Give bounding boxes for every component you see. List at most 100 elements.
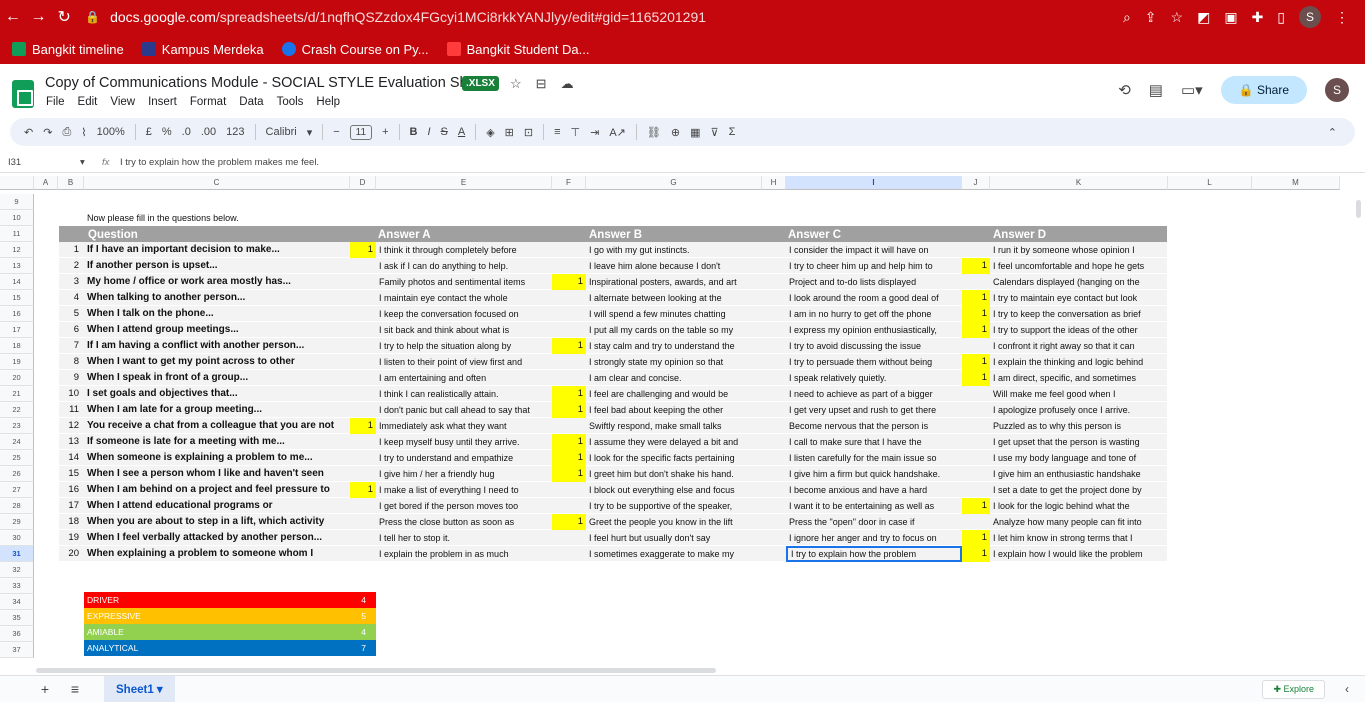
row-header-14[interactable]: 14 (0, 274, 34, 290)
decrease-font-size-button[interactable]: − (333, 126, 339, 138)
answer-a-cell[interactable]: I ask if I can do anything to help. (376, 258, 552, 274)
row-header-17[interactable]: 17 (0, 322, 34, 338)
collapse-toolbar-icon[interactable]: ⌃ (1328, 126, 1337, 139)
document-title[interactable]: Copy of Communications Module - SOCIAL S… (45, 75, 488, 91)
name-box[interactable]: I31 (0, 157, 80, 168)
answer-b-cell[interactable]: I look for the specific facts pertaining (586, 450, 762, 466)
vertical-scrollbar[interactable] (1356, 200, 1361, 218)
increase-font-size-button[interactable]: + (382, 126, 388, 138)
answer-c-cell[interactable]: I consider the impact it will have on (786, 242, 962, 258)
column-header-a[interactable]: A (34, 176, 58, 190)
answer-c-cell[interactable]: I try to persuade them without being (786, 354, 962, 370)
answer-b-cell[interactable]: Greet the people you know in the lift (586, 514, 762, 530)
answer-mark-d[interactable]: 1 (962, 258, 990, 274)
horizontal-align-icon[interactable]: ≡ (554, 126, 560, 138)
menu-insert[interactable]: Insert (148, 96, 177, 108)
bookmark-item[interactable]: Kampus Merdeka (141, 42, 264, 57)
answer-c-cell[interactable]: I become anxious and have a hard (786, 482, 962, 498)
answer-a-cell[interactable]: I make a list of everything I need to (376, 482, 552, 498)
answer-b-cell[interactable]: I strongly state my opinion so that (586, 354, 762, 370)
bookmark-item[interactable]: Bangkit timeline (12, 42, 124, 57)
functions-icon[interactable]: Σ (729, 126, 736, 138)
answer-mark-d[interactable]: 1 (962, 370, 990, 386)
answer-mark-d[interactable]: 1 (962, 498, 990, 514)
column-header-g[interactable]: G (586, 176, 762, 190)
answer-c-cell[interactable]: I look around the room a good deal of (786, 290, 962, 306)
answer-a-cell[interactable]: I try to help the situation along by (376, 338, 552, 354)
column-header-i[interactable]: I (786, 176, 962, 190)
formula-input[interactable]: I try to explain how the problem makes m… (120, 157, 319, 168)
answer-a-cell[interactable]: I don't panic but call ahead to say that (376, 402, 552, 418)
answer-d-cell[interactable]: I explain the thinking and logic behind (990, 354, 1168, 370)
share-page-icon[interactable]: ⇪ (1145, 9, 1157, 26)
answer-c-cell[interactable]: I need to achieve as part of a bigger (786, 386, 962, 402)
menu-edit[interactable]: Edit (78, 96, 98, 108)
translate-icon[interactable]: ◩ (1197, 9, 1210, 26)
redo-icon[interactable]: ↷ (43, 126, 52, 139)
answer-d-cell[interactable]: I am direct, specific, and sometimes (990, 370, 1168, 386)
answer-b-cell[interactable]: I assume they were delayed a bit and (586, 434, 762, 450)
row-header-18[interactable]: 18 (0, 338, 34, 354)
column-header-m[interactable]: M (1252, 176, 1340, 190)
row-header-19[interactable]: 19 (0, 354, 34, 370)
row-header-13[interactable]: 13 (0, 258, 34, 274)
undo-icon[interactable]: ↶ (24, 126, 33, 139)
answer-a-cell[interactable]: I get bored if the person moves too (376, 498, 552, 514)
horizontal-scrollbar[interactable] (36, 668, 716, 673)
extension-c-icon[interactable]: ▣ (1224, 9, 1237, 26)
text-color-button[interactable]: A (458, 126, 465, 138)
answer-mark-a[interactable]: 1 (350, 418, 376, 434)
answer-mark-d[interactable]: 1 (962, 546, 990, 562)
answer-a-cell[interactable]: I maintain eye contact the whole (376, 290, 552, 306)
menu-file[interactable]: File (46, 96, 65, 108)
side-panel-icon[interactable]: ▯ (1277, 9, 1285, 26)
row-header-29[interactable]: 29 (0, 514, 34, 530)
text-rotation-icon[interactable]: A↗ (609, 126, 626, 139)
insert-comment-icon[interactable]: ⊕ (671, 126, 680, 139)
filter-icon[interactable]: ⊽ (711, 126, 719, 139)
answer-a-cell[interactable]: I sit back and think about what is (376, 322, 552, 338)
italic-button[interactable]: I (427, 126, 430, 138)
row-header-26[interactable]: 26 (0, 466, 34, 482)
row-header-10[interactable]: 10 (0, 210, 34, 226)
chevron-down-icon[interactable]: ▾ (80, 157, 102, 168)
bookmark-item[interactable]: Crash Course on Py... (281, 42, 429, 57)
answer-b-cell[interactable]: I feel hurt but usually don't say (586, 530, 762, 546)
answer-mark-d[interactable]: 1 (962, 354, 990, 370)
collapse-side-panel-icon[interactable]: ‹ (1345, 682, 1349, 696)
browser-menu-icon[interactable]: ⋮ (1335, 9, 1349, 26)
answer-mark-b[interactable]: 1 (552, 514, 586, 530)
row-header-25[interactable]: 25 (0, 450, 34, 466)
answer-c-cell[interactable]: I try to avoid discussing the issue (786, 338, 962, 354)
percent-format-button[interactable]: % (162, 126, 172, 138)
answer-c-cell[interactable]: Project and to-do lists displayed (786, 274, 962, 290)
menu-format[interactable]: Format (190, 96, 226, 108)
answer-d-cell[interactable]: I try to maintain eye contact but look (990, 290, 1168, 306)
answer-a-cell[interactable]: I think it through completely before (376, 242, 552, 258)
answer-mark-b[interactable]: 1 (552, 386, 586, 402)
answer-mark-d[interactable]: 1 (962, 530, 990, 546)
address-bar[interactable]: 🔒 docs.google.com /spreadsheets/d/1nqfhQ… (85, 4, 1123, 30)
row-header-31[interactable]: 31 (0, 546, 34, 562)
answer-c-cell[interactable]: I get very upset and rush to get there (786, 402, 962, 418)
text-wrap-icon[interactable]: ⇥ (590, 126, 599, 139)
column-header-d[interactable]: D (350, 176, 376, 190)
answer-b-cell[interactable]: Swiftly respond, make small talks (586, 418, 762, 434)
zoom-select[interactable]: 100% (97, 126, 125, 138)
row-header-33[interactable]: 33 (0, 578, 34, 594)
answer-mark-d[interactable]: 1 (962, 290, 990, 306)
zoom-icon[interactable]: ⌕ (1123, 9, 1131, 26)
answer-b-cell[interactable]: I feel are challenging and would be (586, 386, 762, 402)
explore-button[interactable]: ✚ Explore (1262, 680, 1325, 699)
answer-c-cell[interactable]: Press the "open" door in case if (786, 514, 962, 530)
menu-help[interactable]: Help (316, 96, 340, 108)
row-header-32[interactable]: 32 (0, 562, 34, 578)
answer-b-cell[interactable]: I leave him alone because I don't (586, 258, 762, 274)
answer-c-cell[interactable]: I give him a firm but quick handshake. (786, 466, 962, 482)
column-header-e[interactable]: E (376, 176, 552, 190)
print-icon[interactable]: ⎙ (62, 126, 71, 139)
row-header-28[interactable]: 28 (0, 498, 34, 514)
answer-b-cell[interactable]: I feel bad about keeping the other (586, 402, 762, 418)
answer-d-cell[interactable]: Puzzled as to why this person is (990, 418, 1168, 434)
fill-color-icon[interactable]: ◈ (486, 126, 494, 139)
